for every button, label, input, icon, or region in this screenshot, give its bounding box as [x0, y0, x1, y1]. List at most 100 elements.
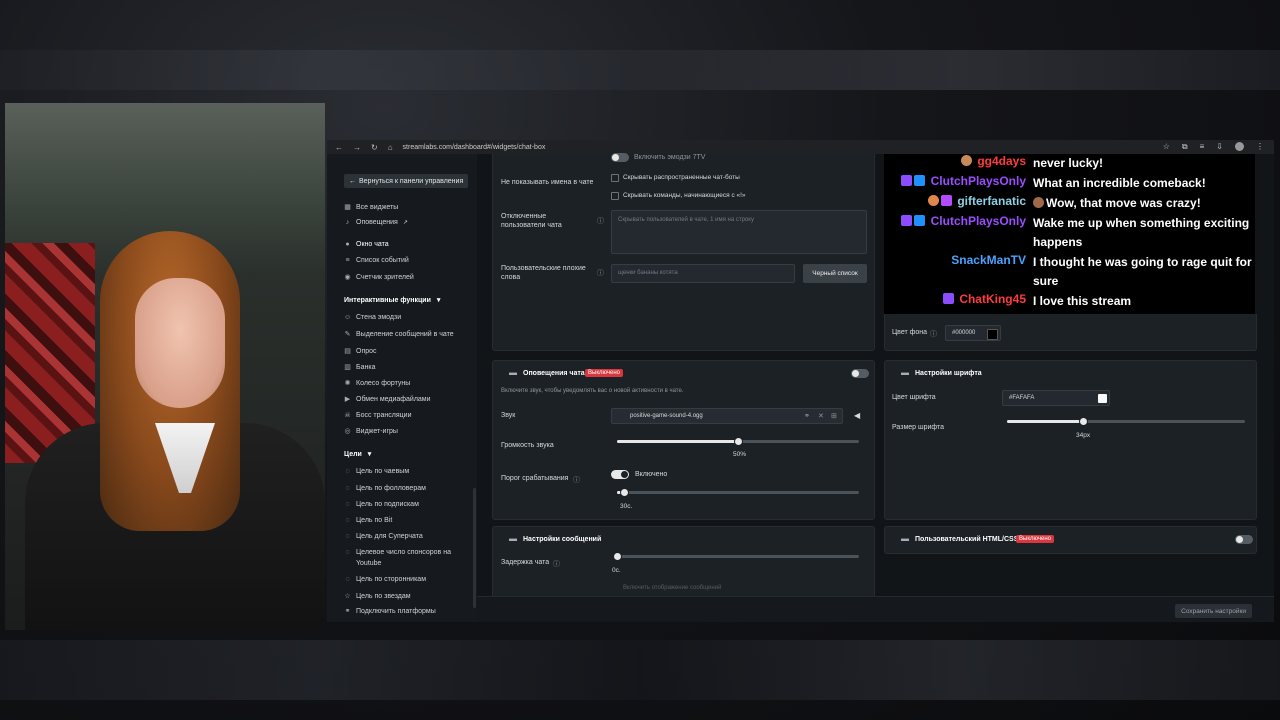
collapse-icon[interactable]: ▬ [509, 534, 517, 543]
caret-down-icon: ▾ [367, 451, 372, 458]
sidebar-item-event-list[interactable]: ≡ Список событий [344, 257, 408, 264]
sidebar-item-bit-goal[interactable]: ◌ Цель по Bit [344, 517, 392, 524]
hide-commands-label: Скрывать команды, начинающиеся с «!» [623, 192, 746, 199]
menu-lines-icon[interactable]: ≡ [1200, 142, 1205, 152]
sidebar-section-goals[interactable]: Цели ▾ [344, 450, 371, 458]
arrow-left-icon: ← [349, 177, 356, 185]
media-library-icon[interactable]: ⊞ [831, 412, 837, 420]
bad-words-input[interactable]: щенки бананы котята [611, 264, 795, 283]
info-icon[interactable]: ⓘ [553, 559, 560, 569]
hide-bots-checkbox[interactable] [611, 174, 619, 182]
goal-icon: ◌ [345, 468, 350, 475]
font-size-slider-track[interactable] [1007, 420, 1245, 423]
back-to-dashboard-button[interactable]: ← Вернуться к панели управления [344, 174, 469, 188]
speaker-icon[interactable]: ◀ [854, 411, 860, 420]
sidebar-item-viewer-count[interactable]: ◉ Счетчик зрителей [344, 273, 413, 282]
muted-users-label: Отключенные [501, 213, 547, 220]
list-icon: ≡ [345, 257, 350, 264]
sidebar-item-alerts[interactable]: ♪ Оповещения ↗ [344, 219, 408, 226]
sidebar-item-emoji-wall[interactable]: ☺ Стена эмодзи [344, 314, 401, 321]
external-link-icon: ↗ [402, 220, 408, 226]
hide-commands-checkbox[interactable] [611, 192, 619, 200]
sidebar-item-poll[interactable]: ▤ Опрос [344, 347, 376, 356]
avatar-emote-icon [1033, 197, 1044, 208]
chat-preview: gg4days never lucky! ClutchPlaysOnly Wha… [884, 154, 1255, 314]
browser-toolbar: ← → ↻ ⌂ streamlabs.com/dashboard#/widget… [327, 140, 1274, 154]
sidebar-section-interactive[interactable]: Интерактивные функции ▾ [344, 296, 440, 304]
sidebar-item-sponsor-goal-line2[interactable]: Youtube [356, 560, 381, 567]
goal-icon: ◌ [345, 501, 350, 508]
address-bar[interactable]: streamlabs.com/dashboard#/widgets/chat-b… [403, 144, 546, 151]
sidebar-item-supporter-goal[interactable]: ◌ Цель по сторонникам [344, 576, 426, 583]
home-icon[interactable]: ⌂ [388, 143, 393, 152]
info-icon[interactable]: ⓘ [597, 216, 604, 226]
download-icon[interactable]: ⇩ [1216, 142, 1223, 152]
info-icon[interactable]: ⓘ [930, 329, 937, 339]
sidebar-item-chat-box[interactable]: ● Окно чата [344, 241, 388, 248]
collapse-icon[interactable]: ▬ [901, 534, 909, 543]
avatar[interactable] [1235, 142, 1244, 151]
collapse-icon[interactable]: ▬ [509, 368, 517, 377]
threshold-toggle[interactable] [611, 470, 629, 479]
gift-badge-icon [940, 195, 952, 206]
sidebar-item-tip-goal[interactable]: ◌ Цель по чаевым [344, 468, 409, 475]
blacklist-button[interactable]: Черный список [803, 264, 867, 283]
status-badge: Выключено [1016, 535, 1054, 543]
sidebar-item-stars-goal[interactable]: ☆ Цель по звездам [344, 592, 410, 601]
chat-delay-slider-knob[interactable] [612, 552, 622, 561]
volume-label: Громкость звука [501, 442, 554, 449]
sidebar-item-media-share[interactable]: ▶ Обмен медиафайлами [344, 395, 431, 404]
chat-delay-value: 0с. [612, 567, 621, 574]
back-arrow-icon[interactable]: ← [335, 143, 343, 152]
font-settings-title: Настройки шрифта [915, 370, 982, 377]
boss-icon: ☠ [344, 412, 351, 419]
sidebar-item-sub-goal[interactable]: ◌ Цель по подпискам [344, 501, 418, 508]
custom-html-toggle[interactable] [1235, 535, 1253, 544]
threshold-slider-knob[interactable] [619, 488, 629, 497]
sidebar-item-wheel[interactable]: ✺ Колесо фортуны [344, 379, 411, 388]
sidebar-item-connect-platforms[interactable]: ⚭ Подключить платформы [344, 607, 436, 616]
sidebar-item-all-widgets[interactable]: ▦ Все виджеты [344, 203, 398, 212]
goal-icon: ◌ [345, 517, 350, 524]
save-settings-button[interactable]: Сохранить настройки [1175, 604, 1252, 618]
info-icon[interactable]: ⓘ [573, 475, 580, 485]
filter-settings-panel: Включить эмодзи 7TV Не показывать имена … [492, 153, 875, 351]
sidebar-item-sponsor-goal[interactable]: ◌ Целевое число спонсоров на [344, 549, 451, 556]
sidebar-item-superchat-goal[interactable]: ◌ Цель для Суперчата [344, 533, 422, 540]
sidebar-item-jar[interactable]: ▥ Банка [344, 363, 375, 372]
chat-delay-label: Задержка чата [501, 559, 550, 566]
sidebar-scrollbar[interactable] [473, 488, 476, 608]
sidebar-item-highlight[interactable]: ✎ Выделение сообщений в чате [344, 330, 454, 339]
poll-icon: ▤ [344, 348, 351, 355]
reload-icon[interactable]: ↻ [371, 143, 378, 152]
threshold-slider-track[interactable] [617, 491, 859, 494]
sidebar-item-follower-goal[interactable]: ◌ Цель по фолловерам [344, 485, 426, 492]
star-badge-icon [942, 293, 954, 304]
more-icon[interactable]: ⋮ [1256, 142, 1264, 152]
bg-color-swatch[interactable] [987, 329, 998, 340]
muted-users-textarea[interactable]: Скрывать пользователей в чате, 1 имя на … [611, 210, 867, 254]
crown-badge-icon [914, 215, 926, 226]
extensions-icon[interactable]: ⧉ [1182, 142, 1188, 152]
volume-slider-knob[interactable] [733, 437, 743, 446]
info-icon[interactable]: ⓘ [597, 268, 604, 278]
sidebar-item-stream-boss[interactable]: ☠ Босс трансляции [344, 411, 411, 420]
chat-delay-slider-track[interactable] [617, 555, 859, 558]
font-color-swatch[interactable] [1098, 394, 1107, 403]
sidebar-item-game-widget[interactable]: ◎ Виджет-игры [344, 427, 398, 436]
font-size-slider-knob[interactable] [1078, 417, 1088, 426]
collapse-icon[interactable]: ▬ [901, 368, 909, 377]
close-icon[interactable]: ✕ [818, 412, 824, 420]
background-color-panel: Цвет фона ⓘ #000000 [884, 314, 1257, 351]
chat-alerts-toggle[interactable] [851, 369, 869, 378]
threshold-label: Порог срабатывания [501, 475, 569, 482]
emoji-7tv-toggle[interactable] [611, 153, 629, 162]
star-icon[interactable]: ☆ [1163, 142, 1170, 152]
link-icon[interactable]: ⚭ [804, 412, 810, 420]
font-size-value: 34px [1076, 432, 1091, 439]
forward-arrow-icon[interactable]: → [353, 143, 361, 152]
jar-icon: ▥ [344, 364, 351, 371]
font-settings-panel: ▬ Настройки шрифта Цвет шрифта #FAFAFA Р… [884, 360, 1257, 520]
font-color-input[interactable]: #FAFAFA [1002, 390, 1110, 406]
crown-badge-icon [914, 175, 926, 186]
